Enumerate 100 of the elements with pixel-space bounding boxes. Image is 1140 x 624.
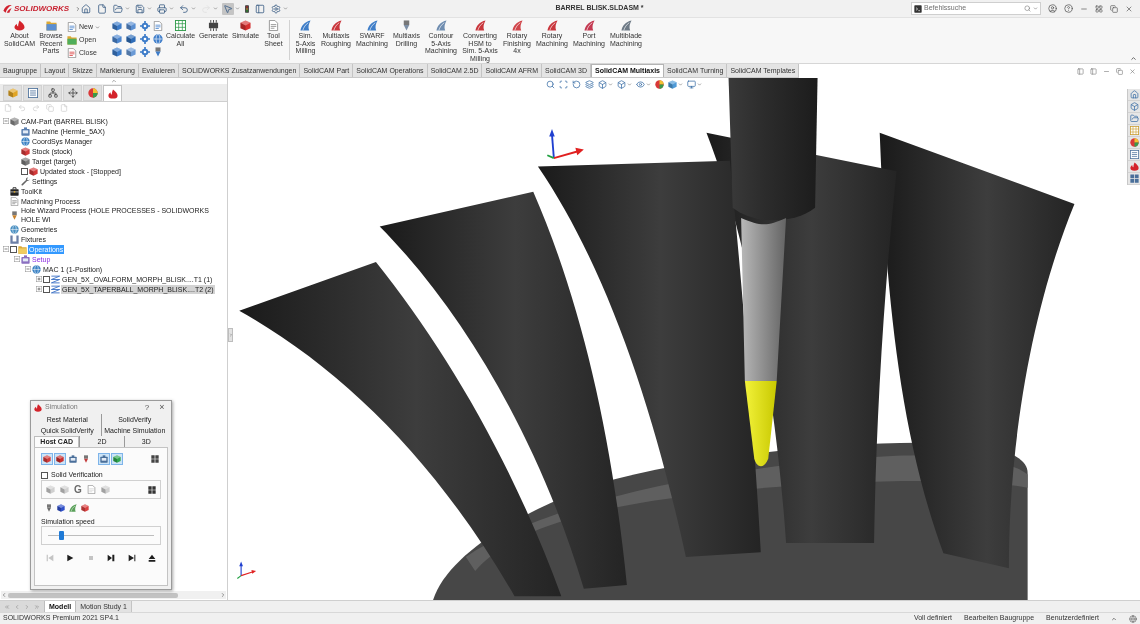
caret-icon[interactable]	[235, 6, 240, 11]
close-icon[interactable]	[1125, 4, 1133, 13]
close-button[interactable]: ×	[156, 403, 168, 412]
checkbox[interactable]	[43, 275, 50, 283]
cube-icon[interactable]	[668, 80, 677, 89]
drill-icon[interactable]	[45, 503, 53, 512]
cube-icon[interactable]	[125, 34, 136, 44]
gear-icon[interactable]	[139, 21, 150, 31]
folder-icon[interactable]	[112, 2, 124, 15]
list-icon[interactable]	[1129, 150, 1139, 159]
restore-icon[interactable]	[1110, 4, 1118, 13]
document-icon[interactable]	[86, 485, 96, 494]
checkbox[interactable]	[10, 245, 17, 253]
cube-icon[interactable]	[81, 503, 89, 512]
splitter-handle[interactable]	[228, 328, 233, 342]
skip-end-icon[interactable]	[127, 554, 136, 562]
folder-icon[interactable]	[1129, 114, 1139, 123]
help-button[interactable]: ?	[141, 403, 153, 412]
checkbox[interactable]	[41, 471, 48, 479]
grid-icon[interactable]	[148, 485, 156, 494]
panel-icon[interactable]	[1077, 67, 1084, 75]
minus-box-icon[interactable]	[13, 256, 20, 262]
grid-icon[interactable]	[149, 452, 161, 465]
cube-icon[interactable]	[41, 452, 53, 465]
panel-tab[interactable]	[63, 85, 82, 101]
caret-icon[interactable]	[1130, 55, 1137, 62]
table-icon[interactable]	[1129, 126, 1139, 135]
caret-icon[interactable]	[1111, 615, 1117, 622]
scrollbar-thumb[interactable]	[8, 592, 178, 598]
horizontal-scrollbar[interactable]	[1, 591, 226, 599]
caret-icon[interactable]	[1033, 6, 1038, 11]
caret-icon[interactable]	[283, 6, 288, 11]
caret-icon[interactable]	[191, 6, 196, 11]
cube-icon[interactable]	[111, 452, 123, 465]
home-icon[interactable]	[80, 2, 92, 15]
gear-icon[interactable]	[139, 34, 150, 44]
home-icon[interactable]	[1129, 90, 1139, 99]
blade-icon[interactable]	[69, 503, 77, 512]
play-icon[interactable]	[66, 554, 75, 562]
step-forward-icon[interactable]	[107, 554, 116, 562]
cube-icon[interactable]	[112, 21, 122, 31]
traffic-light-icon[interactable]	[244, 2, 250, 15]
pie-icon[interactable]	[1129, 138, 1139, 147]
printer-icon[interactable]	[156, 2, 168, 15]
drill-icon[interactable]	[153, 47, 164, 57]
document-icon[interactable]	[153, 21, 164, 31]
globe-icon[interactable]	[153, 34, 164, 44]
checkbox[interactable]	[21, 167, 28, 175]
box-icon[interactable]	[617, 80, 626, 89]
help-icon[interactable]	[1064, 4, 1073, 13]
machine-icon[interactable]	[98, 452, 110, 465]
caret-icon[interactable]	[678, 82, 683, 87]
flame-icon[interactable]	[1129, 162, 1139, 171]
box-icon[interactable]	[598, 80, 607, 89]
scan-icon[interactable]	[559, 80, 568, 89]
cube-icon[interactable]	[112, 47, 122, 57]
caret-icon[interactable]	[697, 82, 702, 87]
layers-icon[interactable]	[585, 80, 594, 89]
caret-icon[interactable]	[213, 6, 218, 11]
caret-icon[interactable]	[75, 5, 82, 12]
search-icon[interactable]	[546, 80, 555, 89]
user-icon[interactable]	[1048, 4, 1057, 13]
search-icon[interactable]	[1024, 5, 1031, 12]
panel-icon[interactable]	[254, 2, 266, 15]
caret-icon[interactable]	[608, 82, 613, 87]
box-icon[interactable]	[1129, 102, 1139, 111]
panel-tab[interactable]	[3, 85, 22, 101]
caret-icon[interactable]	[220, 592, 226, 598]
document-icon[interactable]	[96, 2, 108, 15]
monitor-icon[interactable]	[687, 80, 696, 89]
machine-icon[interactable]	[67, 452, 79, 465]
caret-icon[interactable]	[147, 6, 152, 11]
caret-icon[interactable]	[1, 592, 7, 598]
globe-icon[interactable]	[1129, 614, 1137, 623]
cube-icon[interactable]	[125, 47, 136, 57]
caret-icon[interactable]	[95, 24, 100, 30]
caret-icon[interactable]	[169, 6, 174, 11]
close-icon[interactable]	[1129, 67, 1136, 75]
panel-tab[interactable]	[23, 85, 42, 101]
panel-tab[interactable]	[83, 85, 102, 101]
rotate-icon[interactable]	[572, 80, 581, 89]
caret-icon[interactable]	[125, 6, 130, 11]
cube-icon[interactable]	[54, 452, 66, 465]
pointer-icon[interactable]	[222, 2, 234, 15]
panel-tab[interactable]	[43, 85, 62, 101]
eject-icon[interactable]	[147, 554, 156, 562]
undo-icon[interactable]	[178, 2, 190, 15]
cube-icon[interactable]	[57, 503, 65, 512]
eye-icon[interactable]	[636, 80, 645, 89]
settings-icon[interactable]	[270, 2, 282, 15]
checkbox[interactable]	[43, 285, 50, 293]
tool-button[interactable]: G	[74, 484, 82, 495]
cube-icon[interactable]	[112, 34, 122, 44]
caret-icon[interactable]	[646, 82, 651, 87]
restore-icon[interactable]	[1116, 67, 1123, 75]
slider-thumb[interactable]	[58, 531, 64, 540]
minus-box-icon[interactable]	[24, 266, 31, 272]
cube-icon[interactable]	[125, 21, 136, 31]
save-icon[interactable]	[134, 2, 146, 15]
caret-icon[interactable]	[627, 82, 632, 87]
